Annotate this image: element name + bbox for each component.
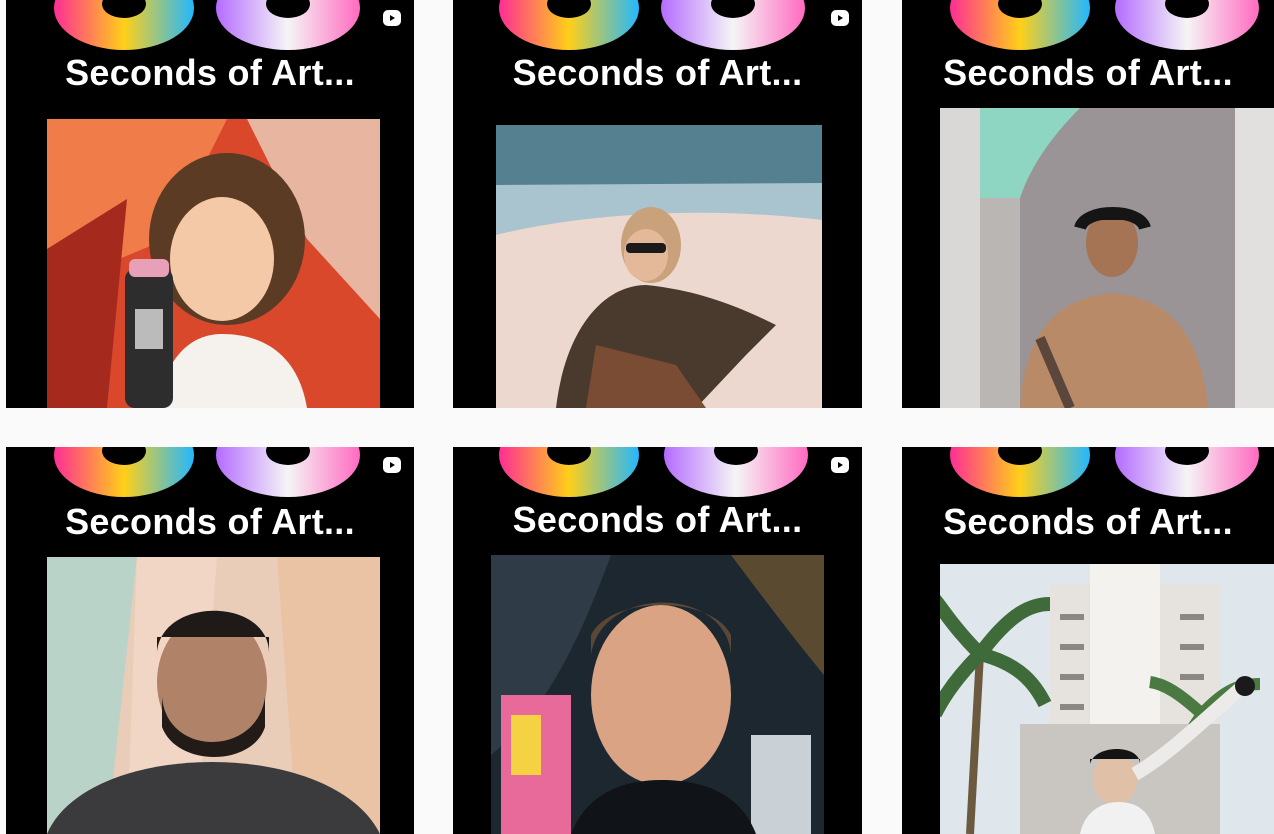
post-title: Seconds of Art...	[65, 501, 355, 542]
person-on-sand-dune-photo	[496, 125, 822, 408]
post-title: Seconds of Art...	[512, 499, 803, 540]
post-title: Seconds of Art...	[943, 501, 1233, 542]
post-title: Seconds of Art...	[65, 52, 355, 93]
graffiti-logo-banner	[950, 0, 1259, 50]
graffiti-logo-banner	[54, 447, 360, 497]
graffiti-logo-banner	[54, 0, 360, 50]
grid-post-2[interactable]: Seconds of Art...	[453, 0, 862, 408]
grid-post-3[interactable]: Seconds of Art...	[902, 0, 1274, 408]
person-against-wall-photo	[940, 108, 1274, 408]
graffiti-logo-banner	[499, 447, 808, 497]
grid-post-4[interactable]: Seconds of Art...	[6, 447, 414, 834]
reels-icon	[831, 457, 849, 473]
grid-post-1[interactable]: Seconds of Art...	[6, 0, 414, 408]
person-painting-outdoors-photo	[940, 564, 1274, 834]
reels-icon	[831, 10, 849, 26]
post-grid: Seconds of Art... Seconds of Art... Seco…	[0, 0, 1274, 834]
reels-icon	[383, 457, 401, 473]
reels-icon	[383, 10, 401, 26]
grid-post-5[interactable]: Seconds of Art...	[453, 447, 862, 834]
graffiti-logo-banner	[499, 0, 805, 50]
post-title: Seconds of Art...	[512, 52, 803, 93]
person-with-spray-can-photo	[47, 119, 380, 408]
grid-post-6[interactable]: Seconds of Art...	[902, 447, 1274, 834]
person-closeup-portrait-photo	[491, 555, 824, 834]
graffiti-logo-banner	[950, 447, 1259, 497]
post-title: Seconds of Art...	[943, 52, 1233, 93]
person-bearded-portrait-photo	[47, 557, 380, 834]
